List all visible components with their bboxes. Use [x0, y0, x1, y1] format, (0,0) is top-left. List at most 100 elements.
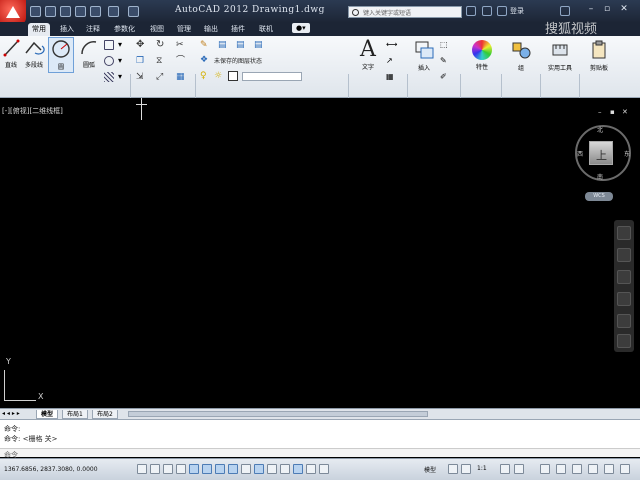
annotation-scale[interactable]: 1:1 — [477, 465, 487, 472]
circle-tool-button[interactable]: 圆 — [48, 37, 74, 73]
move-icon[interactable]: ✥ — [136, 40, 146, 50]
properties-button[interactable]: 特性 — [468, 38, 496, 71]
wcs-menu[interactable]: WCS — [585, 192, 613, 201]
arc-tool-button[interactable]: 圆弧 — [78, 38, 100, 69]
hardware-acceleration-icon[interactable] — [572, 464, 582, 474]
array-icon[interactable]: ▦ — [176, 72, 186, 82]
hatch-icon[interactable] — [104, 72, 114, 82]
layer-icon[interactable]: ▤ — [218, 40, 228, 50]
selection-cycling-toggle[interactable] — [306, 464, 316, 474]
layer-properties-icon[interactable]: ✎ — [200, 40, 210, 50]
user-icon[interactable] — [497, 6, 507, 16]
tab-annotate[interactable]: 注释 — [82, 23, 104, 36]
subscription-icon[interactable] — [482, 6, 492, 16]
viewport-restore-button[interactable]: ▪ — [610, 108, 615, 116]
tab-manage[interactable]: 管理 — [173, 23, 195, 36]
grid-display-toggle[interactable] — [163, 464, 173, 474]
line-tool-button[interactable]: 直线 — [2, 38, 20, 69]
dimension-icon[interactable]: ⟷ — [386, 40, 397, 50]
save-as-icon[interactable] — [75, 6, 86, 17]
lock-icon[interactable] — [556, 464, 566, 474]
exchange-icon[interactable] — [560, 6, 570, 16]
utilities-button[interactable]: 实用工具 — [542, 39, 578, 72]
create-block-icon[interactable]: ⬚ — [440, 40, 450, 50]
snap-mode-toggle[interactable] — [150, 464, 160, 474]
attribute-icon[interactable]: ✐ — [440, 72, 450, 82]
orbit-icon[interactable] — [617, 292, 631, 306]
redo-icon[interactable] — [128, 6, 139, 17]
annotation-visibility-icon[interactable] — [500, 464, 510, 474]
zoom-icon[interactable] — [617, 270, 631, 284]
3d-object-snap-toggle[interactable] — [215, 464, 225, 474]
tab-output[interactable]: 输出 — [200, 23, 222, 36]
minimize-button[interactable]: – — [584, 3, 598, 15]
login-link[interactable]: 登录 — [510, 6, 524, 16]
ortho-mode-toggle[interactable] — [176, 464, 186, 474]
new-icon[interactable] — [30, 6, 41, 17]
insert-block-button[interactable]: 插入 — [412, 39, 436, 72]
group-button[interactable]: 组 — [508, 39, 534, 72]
fillet-icon[interactable]: ⌒ — [176, 56, 186, 66]
quick-view-drawings-icon[interactable] — [461, 464, 471, 474]
tab-navigation-arrows[interactable]: ◂ ◂ ▸ ▸ — [2, 410, 20, 417]
close-button[interactable]: ✕ — [617, 3, 631, 15]
stretch-icon[interactable]: ⇲ — [136, 72, 146, 82]
compass-west[interactable]: 西 — [577, 149, 583, 158]
object-snap-tracking-toggle[interactable] — [228, 464, 238, 474]
dropdown-arrow-icon[interactable]: ▾ — [118, 72, 128, 82]
isolate-objects-icon[interactable] — [588, 464, 598, 474]
horizontal-scrollbar[interactable] — [128, 411, 428, 417]
trim-icon[interactable]: ✂ — [176, 40, 186, 50]
dynamic-ucs-toggle[interactable] — [241, 464, 251, 474]
annotation-monitor-toggle[interactable] — [319, 464, 329, 474]
help-search-input[interactable]: 键入关键字或短语 — [348, 6, 462, 18]
lineweight-toggle[interactable] — [267, 464, 277, 474]
mirror-icon[interactable]: ⧖ — [156, 56, 166, 66]
edit-block-icon[interactable]: ✎ — [440, 56, 450, 66]
application-menu-button[interactable] — [0, 0, 26, 24]
pan-icon[interactable] — [617, 248, 631, 262]
tab-plugins[interactable]: 插件 — [227, 23, 249, 36]
dynamic-input-toggle[interactable] — [254, 464, 264, 474]
object-snap-toggle[interactable] — [202, 464, 212, 474]
search-button-icon[interactable] — [466, 6, 476, 16]
color-swatch[interactable] — [228, 71, 238, 81]
tab-model[interactable]: 模型 — [36, 410, 59, 419]
layer-dropdown[interactable] — [242, 72, 302, 81]
transparency-toggle[interactable] — [280, 464, 290, 474]
status-bar-menu-icon[interactable] — [604, 464, 614, 474]
tab-online[interactable]: 联机 — [255, 23, 277, 36]
scale-icon[interactable]: ⤢ — [156, 72, 166, 82]
viewport-controls-label[interactable]: [-][俯视][二维线框] — [2, 106, 63, 116]
rotate-icon[interactable]: ↻ — [156, 40, 166, 50]
quick-view-layouts-icon[interactable] — [448, 464, 458, 474]
copy-icon[interactable]: ❐ — [136, 56, 146, 66]
showmotion-icon[interactable] — [617, 314, 631, 328]
polar-tracking-toggle[interactable] — [189, 464, 199, 474]
open-icon[interactable] — [45, 6, 56, 17]
tab-layout1[interactable]: 布局1 — [62, 410, 88, 419]
table-icon[interactable]: ▦ — [386, 72, 396, 82]
save-icon[interactable] — [60, 6, 71, 17]
compass-north[interactable]: 北 — [597, 125, 603, 134]
coordinates-display[interactable]: 1367.6856, 2837.3080, 0.0000 — [4, 466, 98, 473]
auto-scale-icon[interactable] — [514, 464, 524, 474]
leader-icon[interactable]: ↗ — [386, 56, 396, 66]
viewcube[interactable]: 上 — [589, 141, 613, 165]
text-tool-button[interactable]: A 文字 — [356, 38, 380, 72]
rectangle-icon[interactable] — [104, 40, 114, 50]
tab-more-button[interactable]: ●▾ — [292, 23, 310, 33]
quick-properties-toggle[interactable] — [293, 464, 303, 474]
clean-screen-icon[interactable] — [620, 464, 630, 474]
dropdown-arrow-icon[interactable]: ▾ — [118, 56, 128, 66]
workspace-switching-icon[interactable] — [540, 464, 550, 474]
layer-icon[interactable]: ▤ — [236, 40, 246, 50]
sun-icon[interactable]: ☼ — [214, 71, 224, 81]
ellipse-icon[interactable] — [104, 56, 114, 66]
tab-home[interactable]: 常用 — [28, 23, 50, 36]
viewport-minimize-button[interactable]: – — [598, 108, 602, 116]
dropdown-arrow-icon[interactable]: ▾ — [118, 40, 128, 50]
tab-view[interactable]: 视图 — [146, 23, 168, 36]
polyline-tool-button[interactable]: 多段线 — [22, 38, 46, 69]
command-input[interactable]: 命令 — [0, 448, 640, 459]
